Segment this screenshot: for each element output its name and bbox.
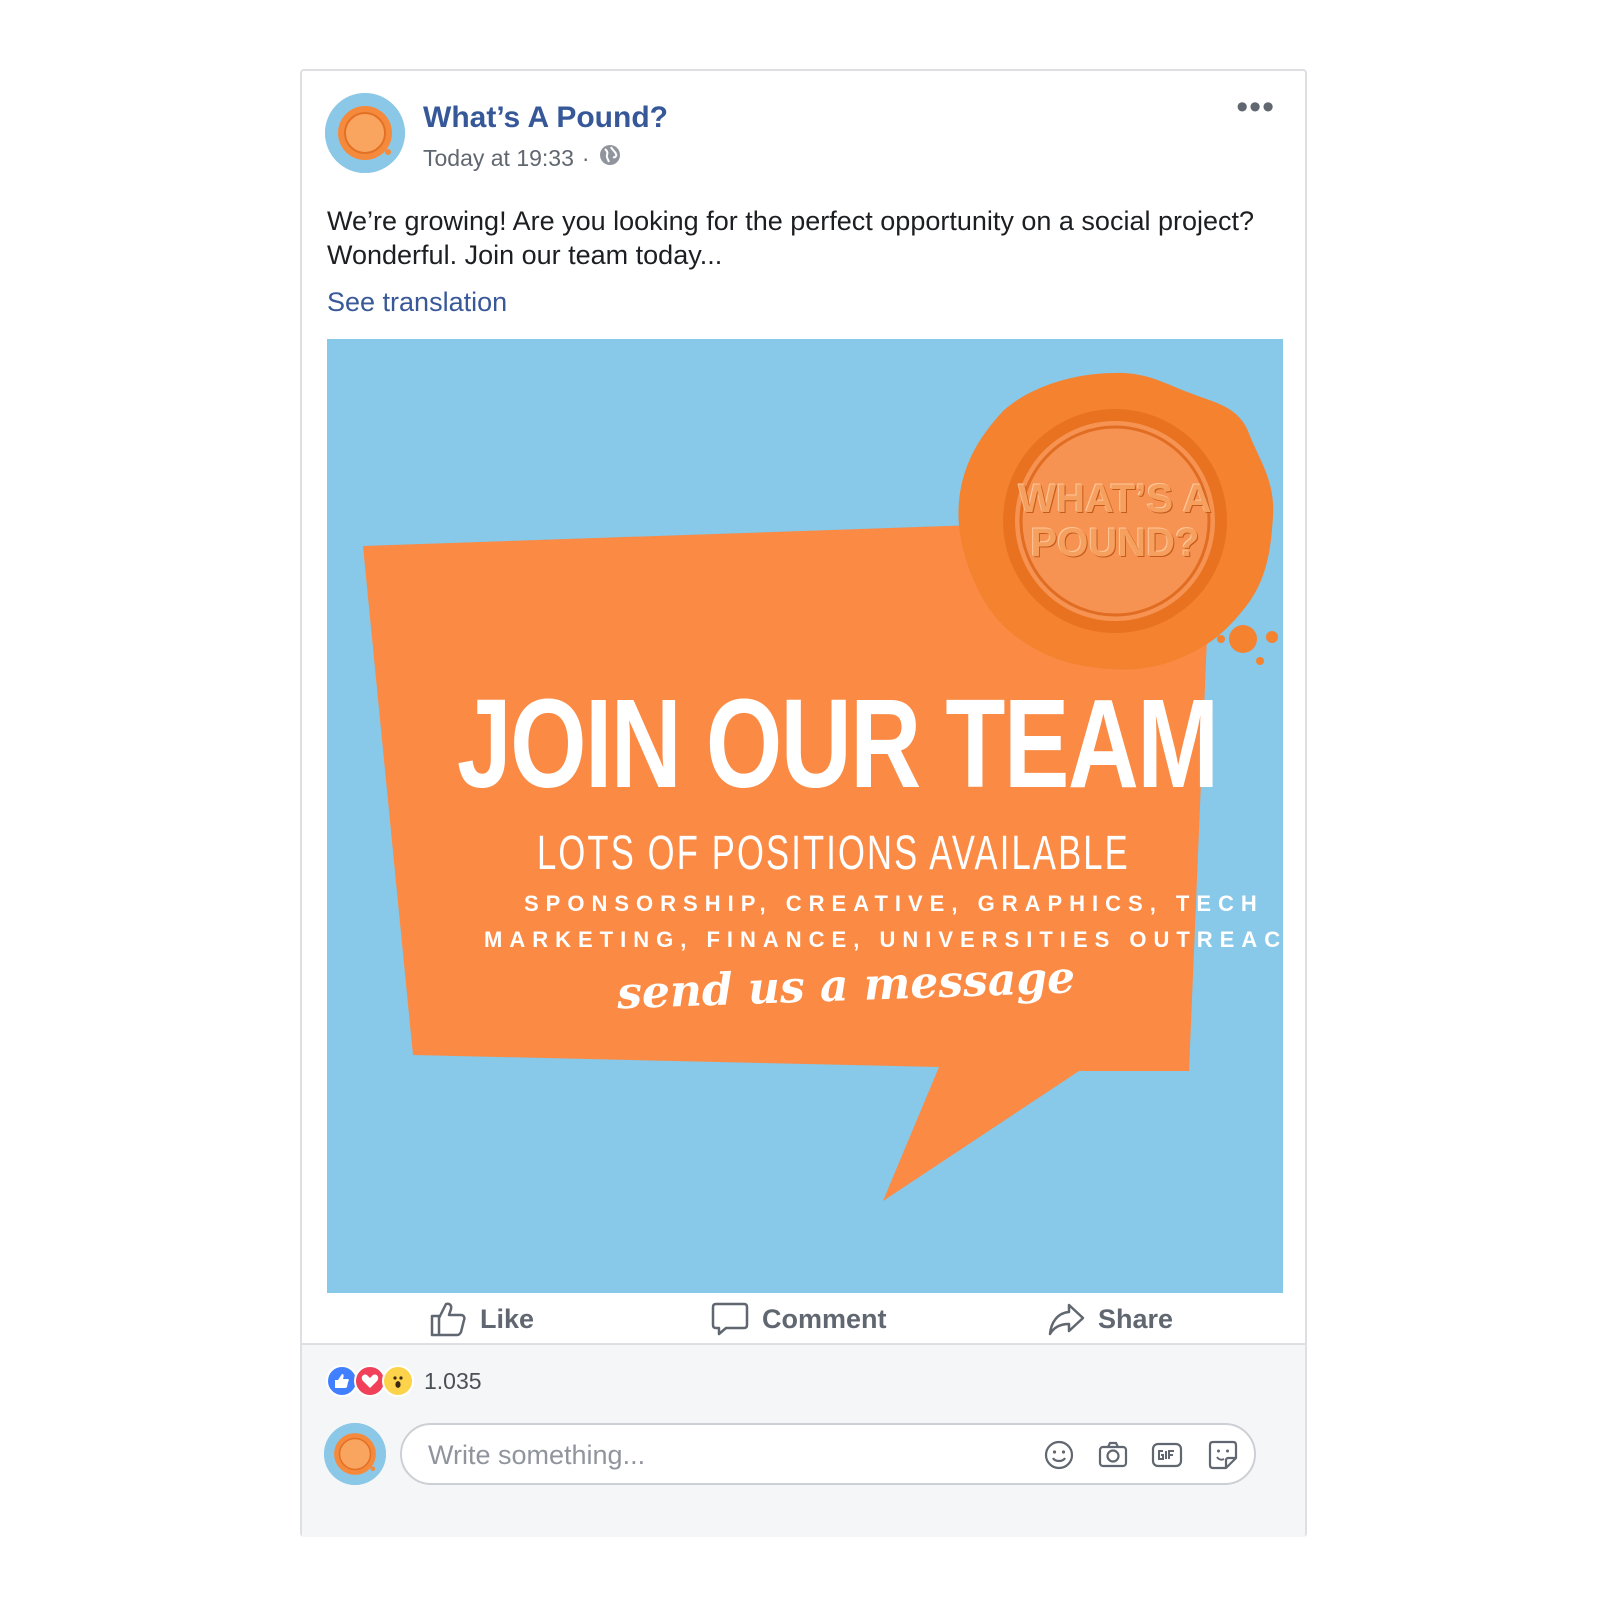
comment-label: Comment [762,1303,887,1334]
like-button[interactable]: Like [428,1299,534,1339]
reaction-count: 1.035 [424,1367,482,1394]
sticker-icon[interactable] [1206,1438,1240,1472]
meta-separator: · [581,144,590,171]
commenter-avatar[interactable] [324,1423,386,1485]
roles-line-2: MARKETING, FINANCE, UNIVERSITIES OUTREAC… [484,927,1283,952]
post-text: We’re growing! Are you looking for the p… [327,206,1255,270]
seal-text: WHAT’S A POUND? [1018,477,1212,565]
subhead: LOTS OF POSITIONS AVAILABLE [537,827,1130,880]
camera-icon[interactable] [1096,1438,1130,1472]
page-name[interactable]: What’s A Pound? [423,101,668,135]
comment-input[interactable] [426,1437,990,1473]
action-bar: Like Comment Share [302,1299,1305,1343]
see-translation-link[interactable]: See translation [327,287,507,318]
headline: JOIN OUR TEAM [457,673,1219,814]
thumbs-up-icon [430,1302,466,1337]
share-icon [1048,1303,1085,1336]
gif-icon[interactable] [1150,1438,1184,1472]
post-timestamp[interactable]: Today at 19:33 [423,145,574,172]
share-label: Share [1098,1303,1174,1334]
post-footer: 1.035 [302,1343,1305,1537]
comment-box [400,1423,1256,1485]
page-avatar[interactable] [325,93,405,173]
comment-icon [711,1302,749,1336]
roles-line-1: SPONSORSHIP, CREATIVE, GRAPHICS, TECH [524,891,1264,916]
emoji-icon[interactable] [1042,1438,1076,1472]
share-button[interactable]: Share [1046,1299,1173,1339]
post-meta: Today at 19:33 · [423,143,622,173]
comment-button[interactable]: Comment [710,1299,887,1339]
post-card: What’s A Pound? Today at 19:33 · ••• We’… [300,69,1307,1537]
more-options-button[interactable]: ••• [1236,90,1275,124]
wow-reaction-icon [382,1365,414,1397]
like-label: Like [480,1303,535,1334]
post-image[interactable]: WHAT’S A POUND? JOIN OUR TEAM LOTS OF PO… [327,339,1283,1293]
reactions-summary[interactable]: 1.035 [326,1365,482,1397]
globe-icon[interactable] [598,143,622,173]
